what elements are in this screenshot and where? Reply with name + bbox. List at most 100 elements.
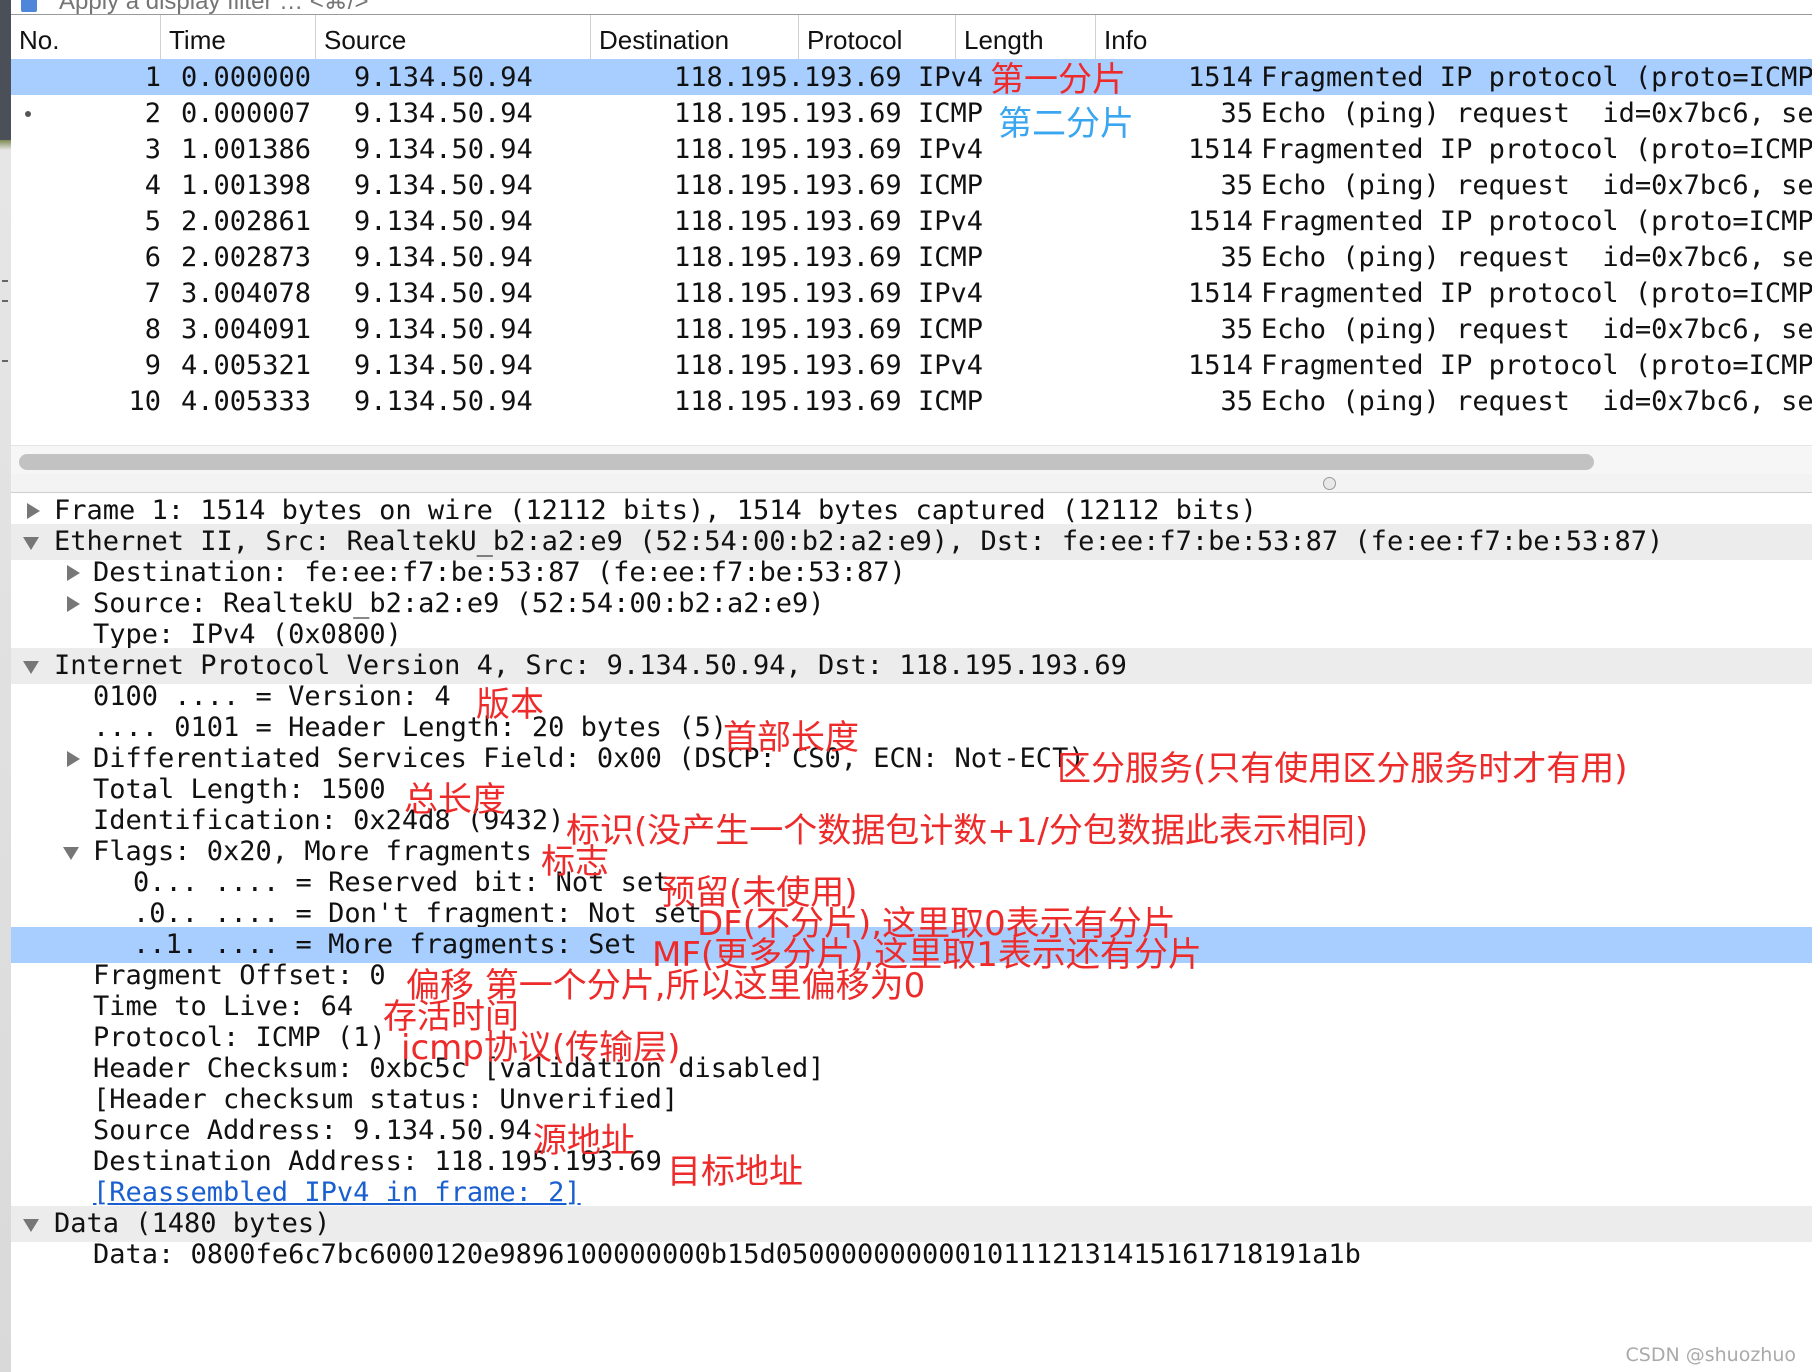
cell-info: Fragmented IP protocol (proto=ICMP 1 xyxy=(1261,134,1812,165)
desktop-background xyxy=(0,0,11,140)
cell-length: 1514 xyxy=(1187,206,1253,237)
expand-arrow-icon[interactable] xyxy=(67,751,80,767)
cell-info: Echo (ping) request id=0x7bc6, seq= xyxy=(1261,386,1812,417)
column-header-time[interactable]: Time xyxy=(161,15,316,59)
cell-info: Echo (ping) request id=0x7bc6, seq= xyxy=(1261,170,1812,201)
expand-arrow-icon[interactable] xyxy=(67,565,80,581)
annotation-version: 版本 xyxy=(476,685,544,725)
packet-row[interactable]: 8 35 3.004091 9.134.50.94 118.195.193.69 ICMP… xyxy=(11,311,1812,347)
packet-row[interactable]: 4 35 1.001398 9.134.50.94 118.195.193.69 ICMP… xyxy=(11,167,1812,203)
cell-destination: 118.195.193.69 xyxy=(674,98,902,129)
packet-row[interactable]: 9 1514 4.005321 9.134.50.94 118.195.193.69 IP… xyxy=(11,347,1812,383)
column-header-source[interactable]: Source xyxy=(316,15,591,59)
scrollbar-thumb[interactable] xyxy=(19,454,1594,470)
cell-no: 10 xyxy=(128,386,161,417)
annotation-protocol: icmp协议(传输层) xyxy=(401,1028,681,1068)
cell-protocol: IPv4 xyxy=(918,62,984,93)
cell-info: Fragmented IP protocol (proto=ICMP 1 xyxy=(1261,206,1812,237)
edge-mark xyxy=(2,300,8,302)
cell-destination: 118.195.193.69 xyxy=(674,134,902,165)
packet-row[interactable]: 1 1514 0.000000 9.134.50.94 118.195.193.69 IP… xyxy=(11,59,1812,95)
packet-row[interactable]: 2 35 0.000007 9.134.50.94 118.195.193.69 ICMP… xyxy=(11,95,1812,131)
cell-length: 1514 xyxy=(1187,350,1253,381)
column-header-info[interactable]: Info xyxy=(1096,15,1812,59)
packet-row[interactable]: 3 1514 1.001386 9.134.50.94 118.195.193.69 IP… xyxy=(11,131,1812,167)
annotation-dsfield: 区分服务(只有使用区分服务时才有用) xyxy=(1057,749,1628,789)
display-filter-input[interactable] xyxy=(57,0,861,14)
cell-source: 9.134.50.94 xyxy=(354,314,533,345)
cell-destination: 118.195.193.69 xyxy=(674,314,902,345)
packet-row[interactable]: 7 1514 3.004078 9.134.50.94 118.195.193.69 IP… xyxy=(11,275,1812,311)
cell-time: 0.000000 xyxy=(181,62,312,93)
cell-protocol: ICMP xyxy=(918,98,984,129)
collapse-arrow-icon[interactable] xyxy=(23,1219,39,1232)
cell-source: 9.134.50.94 xyxy=(354,62,533,93)
column-header-protocol[interactable]: Protocol xyxy=(799,15,956,59)
cell-protocol: ICMP xyxy=(918,386,984,417)
pane-splitter[interactable] xyxy=(11,474,1812,493)
bookmark-icon[interactable] xyxy=(21,0,37,12)
cell-info: Fragmented IP protocol (proto=ICMP 1 xyxy=(1261,62,1812,93)
expand-arrow-icon[interactable] xyxy=(67,596,80,612)
cell-source: 9.134.50.94 xyxy=(354,98,533,129)
display-filter-bar xyxy=(11,0,1812,15)
cell-info: Echo (ping) request id=0x7bc6, seq= xyxy=(1261,98,1812,129)
column-header-no[interactable]: No. xyxy=(11,15,161,59)
annotation-second-fragment: 第二分片 xyxy=(998,104,1134,144)
cell-protocol: IPv4 xyxy=(918,278,984,309)
cell-info: Echo (ping) request id=0x7bc6, seq= xyxy=(1261,314,1812,345)
packet-row[interactable]: 5 1514 2.002861 9.134.50.94 118.195.193.69 IP… xyxy=(11,203,1812,239)
cell-time: 1.001386 xyxy=(181,134,312,165)
cell-info: Echo (ping) request id=0x7bc6, seq= xyxy=(1261,242,1812,273)
cell-no: 8 xyxy=(144,314,161,345)
cell-protocol: ICMP xyxy=(918,314,984,345)
cell-time: 0.000007 xyxy=(181,98,312,129)
tree-row-data-bytes[interactable]: Data: 0800fe6c7bc6000120e9896100000000b1… xyxy=(11,1237,1812,1273)
cell-source: 9.134.50.94 xyxy=(354,386,533,417)
cell-time: 4.005321 xyxy=(181,350,312,381)
tree-row-label: Data: 0800fe6c7bc6000120e9896100000000b1… xyxy=(93,1239,1361,1270)
cell-source: 9.134.50.94 xyxy=(354,206,533,237)
cell-time: 2.002873 xyxy=(181,242,312,273)
cell-destination: 118.195.193.69 xyxy=(674,278,902,309)
annotation-destination-address: 目标地址 xyxy=(667,1152,803,1192)
cell-protocol: ICMP xyxy=(918,170,984,201)
annotation-identification: 标识(没产生一个数据包计数+1/分包数据此表示相同) xyxy=(566,811,1369,851)
packet-list-horizontal-scrollbar[interactable] xyxy=(11,445,1812,475)
desktop-edge xyxy=(0,0,11,1372)
cell-no: 5 xyxy=(144,206,161,237)
cell-length: 35 xyxy=(1220,242,1253,273)
cell-info: Fragmented IP protocol (proto=ICMP 1 xyxy=(1261,278,1812,309)
cell-length: 35 xyxy=(1220,314,1253,345)
annotation-header-length: 首部长度 xyxy=(723,718,859,758)
collapse-arrow-icon[interactable] xyxy=(63,847,79,860)
cell-protocol: ICMP xyxy=(918,242,984,273)
cell-time: 2.002861 xyxy=(181,206,312,237)
collapse-arrow-icon[interactable] xyxy=(23,537,39,550)
packet-list-header: No. Time Source Destination Protocol Len… xyxy=(11,15,1812,60)
cell-no: 4 xyxy=(144,170,161,201)
cell-source: 9.134.50.94 xyxy=(354,170,533,201)
splitter-handle-icon[interactable] xyxy=(1323,477,1336,490)
collapse-arrow-icon[interactable] xyxy=(23,661,39,674)
cell-protocol: IPv4 xyxy=(918,350,984,381)
cell-info: Fragmented IP protocol (proto=ICMP 1 xyxy=(1261,350,1812,381)
annotation-source-address: 源地址 xyxy=(533,1121,635,1161)
packet-row[interactable]: 10 35 4.005333 9.134.50.94 118.195.193.69 ICM… xyxy=(11,383,1812,419)
annotation-total-length: 总长度 xyxy=(404,780,506,820)
cell-destination: 118.195.193.69 xyxy=(674,206,902,237)
packet-details-tree: Frame 1: 1514 bytes on wire (12112 bits)… xyxy=(11,493,1812,1372)
cell-destination: 118.195.193.69 xyxy=(674,62,902,93)
cell-time: 4.005333 xyxy=(181,386,312,417)
cell-destination: 118.195.193.69 xyxy=(674,242,902,273)
column-header-destination[interactable]: Destination xyxy=(591,15,799,59)
cell-destination: 118.195.193.69 xyxy=(674,350,902,381)
cell-no: 1 xyxy=(144,62,161,93)
cell-length: 35 xyxy=(1220,386,1253,417)
packet-list: No. Time Source Destination Protocol Len… xyxy=(11,15,1812,485)
expand-arrow-icon[interactable] xyxy=(27,503,40,519)
packet-row[interactable]: 6 35 2.002873 9.134.50.94 118.195.193.69 ICMP… xyxy=(11,239,1812,275)
edge-mark xyxy=(2,360,8,362)
cell-no: 2 xyxy=(144,98,161,129)
cell-protocol: IPv4 xyxy=(918,206,984,237)
